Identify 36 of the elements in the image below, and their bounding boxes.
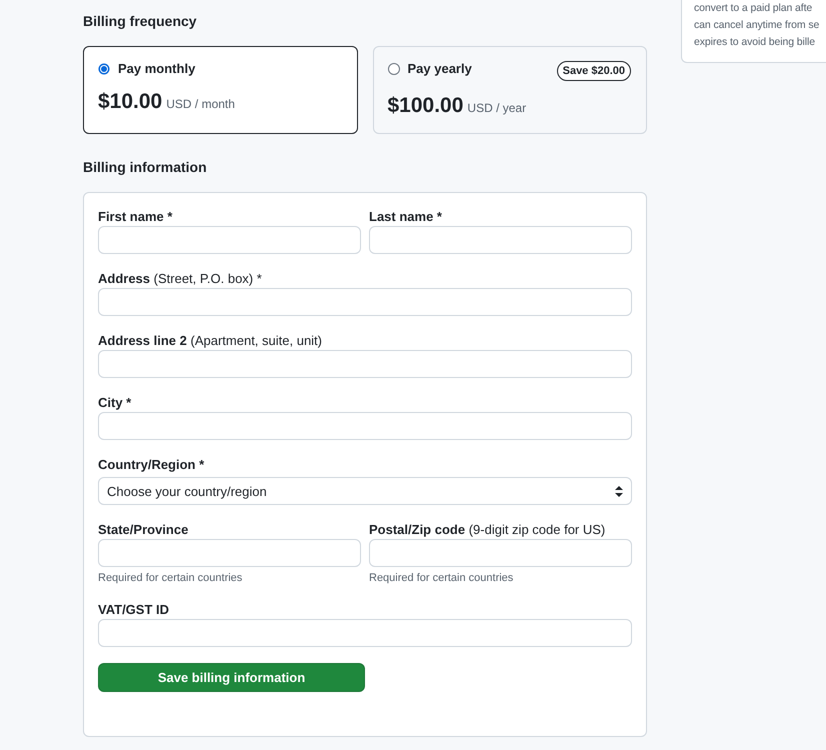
field-hint: Required for certain countries: [369, 571, 514, 585]
field-label: First name *: [98, 209, 174, 225]
up-down-caret-icon: [615, 486, 623, 496]
plan-option-card[interactable]: Pay monthly $10.00 USD / month: [83, 46, 358, 134]
field-hint: Required for certain countries: [98, 571, 244, 585]
text-field[interactable]: [369, 226, 632, 254]
text-field[interactable]: [369, 539, 632, 567]
section-title: Billing information: [83, 158, 208, 176]
plan-label: Pay monthly: [118, 61, 196, 77]
field-label: Last name *: [369, 209, 443, 225]
field-label: VAT/GST ID: [98, 602, 170, 618]
text-field[interactable]: [98, 350, 632, 378]
field-label: City *: [98, 395, 132, 411]
savings-badge: Save $20.00: [556, 61, 631, 81]
plan-price: $10.00: [98, 90, 162, 114]
field-label: Address (Street, P.O. box) *: [98, 271, 263, 287]
field-label: State/Province: [98, 522, 190, 538]
trial-description: convert to a paid plan afte can cancel anytime from se expires to avoid being bille: [694, 1, 820, 50]
radio-button[interactable]: [388, 63, 400, 75]
plan-label: Pay yearly: [408, 61, 473, 77]
radio-button[interactable]: [98, 63, 110, 75]
plan-option-card[interactable]: Pay yearly Save $20.00 $100.00 USD / year: [372, 46, 647, 134]
field-label: Country/Region *: [98, 457, 206, 473]
text-field[interactable]: [98, 412, 632, 440]
text-field[interactable]: [98, 288, 632, 316]
text-field[interactable]: [98, 226, 361, 254]
price-unit: USD / year: [467, 101, 526, 115]
section-title: Billing frequency: [83, 12, 198, 30]
field-label: Postal/Zip code (9-digit zip code for US): [369, 522, 606, 538]
price-unit: USD / month: [166, 97, 235, 111]
field-label: Address line 2 (Apartment, suite, unit): [98, 333, 323, 349]
dropdown-select[interactable]: Choose your country/region: [98, 477, 632, 505]
save-button[interactable]: Save billing information: [98, 663, 365, 692]
plan-price: $100.00: [388, 94, 464, 118]
text-field[interactable]: [98, 619, 632, 647]
text-field[interactable]: [98, 539, 361, 567]
